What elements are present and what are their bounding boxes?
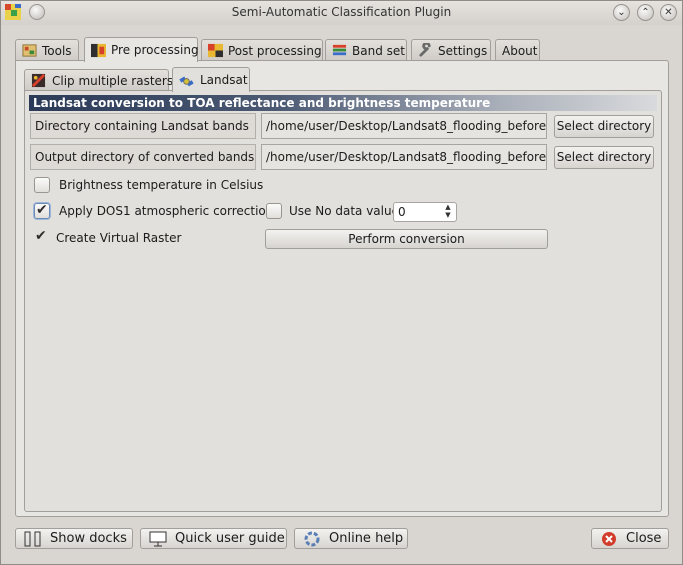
clip-rasters-icon (31, 73, 46, 88)
tab-about[interactable]: About (495, 39, 540, 61)
band-set-icon (332, 44, 347, 56)
quick-user-guide-label: Quick user guide (175, 531, 285, 546)
close-label: Close (626, 531, 662, 546)
online-help-label: Online help (329, 531, 404, 546)
docks-icon (24, 531, 41, 546)
post-processing-icon (208, 43, 223, 58)
show-docks-label: Show docks (50, 531, 127, 546)
virtual-raster-checkbox[interactable]: ✔ (34, 228, 50, 246)
tab-band-set-label: Band set (352, 43, 405, 58)
tab-landsat-label: Landsat (200, 73, 248, 87)
spin-arrows-icon[interactable]: ▲ ▼ (442, 203, 454, 221)
tab-band-set[interactable]: Band set (325, 39, 407, 61)
nodata-value: 0 (398, 205, 406, 219)
quick-user-guide-button[interactable]: Quick user guide (140, 528, 287, 549)
nodata-checkbox[interactable] (266, 203, 282, 219)
check-mark-icon: ✔ (35, 228, 47, 244)
nodata-value-spinbox[interactable]: 0 ▲ ▼ (393, 202, 457, 222)
brightness-celsius-checkbox[interactable] (34, 177, 50, 193)
tab-clip-multiple-rasters[interactable]: Clip multiple rasters (24, 69, 173, 91)
landsat-satellite-icon (179, 76, 194, 86)
section-title: Landsat conversion to TOA reflectance an… (29, 95, 657, 111)
tab-settings-label: Settings (438, 43, 488, 58)
help-lifebuoy-icon (304, 531, 320, 546)
brightness-celsius-label: Brightness temperature in Celsius (59, 178, 264, 192)
nodata-label: Use No data value (289, 204, 399, 218)
title-bar: Semi-Automatic Classification Plugin ⌄ ⌃… (1, 1, 682, 25)
tab-about-label: About (502, 43, 538, 58)
maximize-button[interactable]: ⌃ (637, 4, 654, 21)
pre-processing-panel: Clip multiple rasters Landsat Landsat co… (15, 60, 669, 517)
close-button[interactable]: Close (591, 528, 669, 549)
tab-post-processing[interactable]: Post processing (201, 39, 323, 61)
tab-landsat[interactable]: Landsat (172, 67, 250, 92)
output-directory-field[interactable]: /home/user/Desktop/Landsat8_flooding_bef… (261, 144, 547, 170)
perform-conversion-button[interactable]: Perform conversion (265, 229, 548, 249)
check-mark-icon: ✔ (36, 202, 48, 218)
tab-settings[interactable]: Settings (411, 39, 491, 61)
output-directory-label: Output directory of converted bands (30, 144, 256, 170)
show-docks-button[interactable]: Show docks (15, 528, 133, 549)
select-output-directory-button[interactable]: Select directory (554, 146, 654, 169)
online-help-button[interactable]: Online help (294, 528, 408, 549)
select-input-directory-button[interactable]: Select directory (554, 115, 654, 138)
tab-tools[interactable]: Tools (15, 39, 79, 61)
tab-pre-processing[interactable]: Pre processing (84, 37, 199, 62)
dos1-checkbox[interactable]: ✔ (34, 202, 50, 219)
dos1-label: Apply DOS1 atmospheric correction (59, 204, 274, 218)
close-window-button[interactable]: ✕ (660, 4, 677, 21)
input-directory-label: Directory containing Landsat bands (30, 113, 256, 139)
landsat-panel: Landsat conversion to TOA reflectance an… (24, 90, 662, 512)
presentation-screen-icon (149, 531, 167, 546)
tab-tools-label: Tools (42, 43, 72, 58)
virtual-raster-label: Create Virtual Raster (56, 231, 182, 245)
settings-wrench-icon (419, 43, 431, 57)
pre-processing-icon (91, 43, 106, 57)
tab-clip-multiple-rasters-label: Clip multiple rasters (52, 73, 174, 88)
plugin-window: Semi-Automatic Classification Plugin ⌄ ⌃… (0, 0, 683, 565)
window-title: Semi-Automatic Classification Plugin (231, 5, 452, 19)
tab-post-processing-label: Post processing (228, 43, 322, 58)
close-icon (602, 531, 616, 546)
tools-icon (22, 44, 37, 57)
tab-pre-processing-label: Pre processing (111, 43, 199, 57)
minimize-button[interactable]: ⌄ (613, 4, 630, 21)
input-directory-field[interactable]: /home/user/Desktop/Landsat8_flooding_bef… (261, 113, 547, 139)
